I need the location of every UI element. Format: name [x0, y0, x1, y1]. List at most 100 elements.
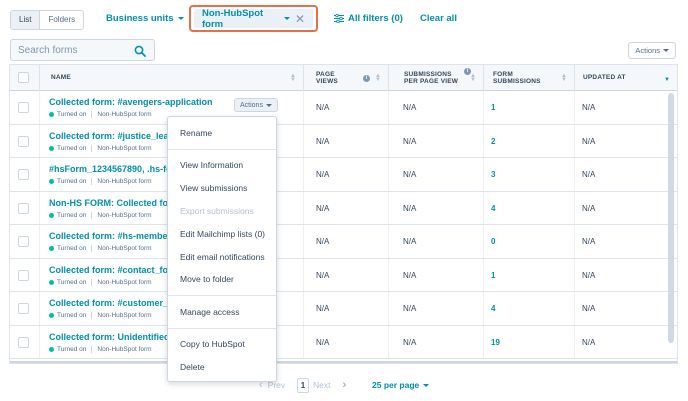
spv-value: N/A — [403, 103, 417, 112]
list-view-button[interactable]: List — [11, 11, 41, 29]
current-page[interactable]: 1 — [297, 378, 309, 393]
horizontal-scrollbar[interactable] — [10, 361, 677, 363]
row-checkbox[interactable] — [18, 269, 29, 281]
select-all-checkbox[interactable] — [18, 72, 29, 83]
menu-item-copy-to-hubspot[interactable]: Copy to HubSpot — [180, 339, 245, 349]
menu-item-view-information[interactable]: View Information — [180, 160, 243, 170]
per-page-select[interactable]: 25 per page — [372, 380, 430, 390]
menu-item-manage-access[interactable]: Manage access — [180, 307, 240, 317]
table-row[interactable]: Collected form: Unidentified Form Turned … — [10, 325, 677, 359]
submissions-cell — [483, 258, 574, 291]
info-icon[interactable]: i — [363, 74, 370, 82]
all-filters-button[interactable]: All filters (0) — [334, 13, 403, 24]
business-units-label: Business units — [106, 13, 174, 24]
spv-value: N/A — [403, 136, 417, 146]
row-checkbox[interactable] — [18, 336, 29, 348]
submissions-cell — [483, 292, 574, 325]
updated-value: N/A — [582, 103, 596, 112]
column-header-submissions-per-view[interactable]: SUBMISSIONS PER PAGE VIEW i ▲ ▼ — [388, 65, 483, 91]
updated-value: N/A — [582, 237, 596, 246]
table-row[interactable]: Collected form: #justice_league Turned on… — [10, 124, 677, 158]
column-header-form-submissions[interactable]: FORM SUBMISSIONS ▲ ▼ — [483, 65, 574, 91]
clear-all-button[interactable]: Clear all — [420, 13, 457, 24]
form-status: Turned on Non-HubSpot form — [49, 111, 152, 118]
row-checkbox[interactable] — [18, 303, 29, 314]
next-page-button[interactable]: Next › — [313, 379, 346, 391]
row-actions-menu: Rename View Information View submissions… — [167, 116, 277, 382]
column-updated-label: UPDATED AT — [583, 74, 626, 82]
menu-item-delete[interactable]: Delete — [180, 362, 205, 372]
folders-view-button[interactable]: Folders — [40, 11, 84, 29]
search-icon[interactable] — [134, 45, 146, 57]
table-row[interactable]: #hsForm_1234567890, .hs-form Turned on Non… — [10, 158, 677, 192]
column-header-name[interactable]: NAME ▲ ▼ — [39, 65, 303, 91]
page-views-value: N/A — [316, 237, 330, 246]
menu-divider — [168, 149, 276, 150]
menu-item-edit-mailchimp[interactable]: Edit Mailchimp lists (0) — [180, 229, 265, 239]
form-type-label: Non-HubSpot form — [202, 7, 264, 30]
table-row[interactable]: Collected form: #avengers-application Tur… — [10, 91, 677, 125]
page-views-value: N/A — [316, 203, 330, 213]
column-submissions-label: FORM SUBMISSIONS — [493, 70, 541, 86]
row-actions-button[interactable]: Actions — [234, 98, 278, 112]
spv-value: N/A — [403, 270, 417, 280]
submissions-cell — [483, 158, 574, 191]
table-row[interactable]: Non-HS FORM: Collected form Turned on Non-… — [10, 191, 677, 225]
search-input[interactable] — [11, 40, 129, 60]
status-separator — [91, 111, 93, 118]
bulk-actions-button[interactable]: Actions — [628, 42, 676, 59]
status-label: Turned on — [57, 211, 87, 219]
vertical-scrollbar[interactable] — [668, 93, 674, 343]
row-checkbox[interactable] — [18, 202, 29, 214]
form-name-link[interactable]: Collected form: #avengers-application — [49, 97, 264, 107]
status-separator — [91, 211, 93, 219]
status-dot-icon — [49, 112, 54, 117]
menu-item-rename[interactable]: Rename — [180, 128, 212, 138]
header-checkbox-cell — [10, 65, 39, 91]
status-dot-icon — [49, 279, 54, 285]
submissions-link[interactable]: 1 — [491, 271, 495, 280]
status-dot-icon — [49, 212, 54, 218]
submissions-link[interactable]: 4 — [491, 204, 495, 213]
sort-icon: ▲ ▼ — [290, 73, 297, 83]
page-views-value: N/A — [316, 170, 330, 179]
submissions-link[interactable]: 19 — [491, 338, 500, 347]
menu-item-view-submissions[interactable]: View submissions — [180, 183, 247, 193]
menu-item-move-to-folder[interactable]: Move to folder — [180, 274, 234, 284]
business-units-filter[interactable]: Business units — [106, 13, 184, 24]
updated-value: N/A — [582, 136, 596, 146]
submissions-cell — [483, 191, 574, 224]
row-checkbox[interactable] — [18, 169, 29, 180]
next-label: Next — [313, 380, 331, 390]
submissions-link[interactable]: 3 — [491, 170, 495, 179]
form-type-label: Non-HubSpot form — [97, 211, 152, 219]
submissions-link[interactable]: 0 — [491, 237, 495, 246]
row-checkbox[interactable] — [18, 236, 29, 247]
sort-icon: ▲ ▼ — [375, 73, 382, 83]
form-type-filter[interactable]: Non-HubSpot form ✕ — [194, 7, 313, 30]
updated-value: N/A — [582, 304, 596, 313]
form-status: Turned on Non-HubSpot form — [49, 278, 152, 286]
column-header-page-views[interactable]: PAGE VIEWS i ▲ ▼ — [303, 65, 388, 91]
bulk-actions-label: Actions — [635, 46, 660, 55]
menu-item-edit-email-notifications[interactable]: Edit email notifications — [180, 252, 265, 262]
updated-value: N/A — [582, 170, 596, 179]
menu-divider — [168, 328, 276, 329]
search-box — [10, 39, 155, 61]
submissions-link[interactable]: 2 — [491, 137, 495, 146]
form-type-label: Non-HubSpot form — [97, 245, 152, 252]
submissions-link[interactable]: 1 — [491, 103, 495, 112]
close-icon[interactable]: ✕ — [295, 13, 305, 25]
column-header-updated-at[interactable]: UPDATED AT ▼ — [574, 65, 677, 91]
table-row[interactable]: Collected form: #customer_login Turned on… — [10, 292, 677, 326]
table-row[interactable]: Collected form: #hs-members Turned on Non-… — [10, 225, 677, 259]
table-row[interactable]: Collected form: #contact_form Turned on No… — [10, 258, 677, 292]
row-checkbox[interactable] — [18, 102, 29, 113]
form-type-label: Non-HubSpot form — [97, 144, 152, 152]
submissions-link[interactable]: 4 — [491, 304, 495, 313]
row-checkbox[interactable] — [18, 135, 29, 147]
status-dot-icon — [49, 246, 54, 251]
form-type-label: Non-HubSpot form — [97, 111, 152, 118]
status-label: Turned on — [57, 312, 87, 319]
forms-table: NAME ▲ ▼ PAGE VIEWS i ▲ ▼ SUBMISSIONS PER … — [9, 64, 678, 364]
